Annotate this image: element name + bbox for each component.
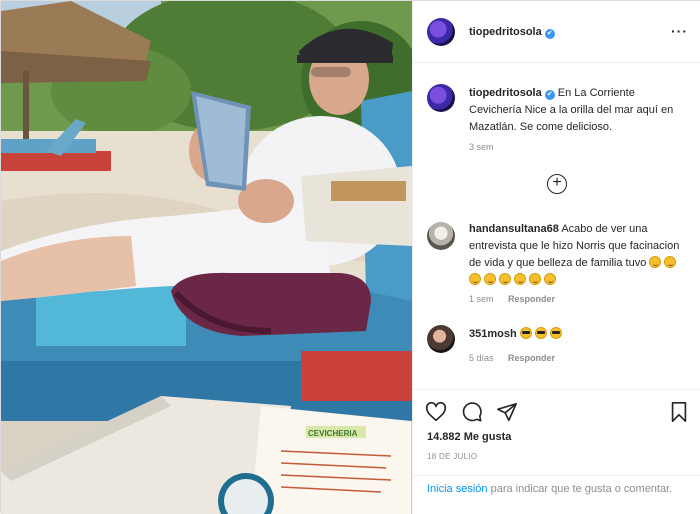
login-prompt-text: para indicar que te gusta o comentar. — [487, 483, 673, 495]
smile-emoji-icon — [544, 273, 556, 285]
caption-time[interactable]: 3 sem — [469, 142, 494, 152]
smile-emoji-icon — [529, 273, 541, 285]
instagram-post: CEVICHERIA tiopedritosola ✔ ··· tiopedrit… — [0, 0, 700, 514]
comment-emojis — [519, 327, 565, 340]
likes-count[interactable]: 14.882 Me gusta — [427, 431, 511, 443]
verified-badge-icon: ✔ — [544, 90, 555, 100]
comment-time[interactable]: 1 sem — [469, 294, 494, 304]
sunglasses-emoji-icon — [519, 327, 532, 339]
smile-emoji-icon — [484, 273, 496, 285]
login-link[interactable]: Inicia sesión — [427, 483, 488, 495]
sunglasses-emoji-icon — [549, 327, 562, 339]
caption-author-avatar[interactable] — [427, 84, 455, 112]
reply-button[interactable]: Responder — [508, 353, 555, 363]
bookmark-icon[interactable] — [668, 401, 690, 423]
caption-username[interactable]: tiopedritosola — [469, 87, 542, 99]
smile-emoji-icon — [664, 256, 677, 268]
post-photo[interactable]: CEVICHERIA — [1, 1, 412, 514]
comment-time[interactable]: 5 días — [469, 353, 494, 363]
comments-section: tiopedritosola ✔ En La Corriente Cevicher… — [413, 63, 700, 389]
post-header: tiopedritosola ✔ ··· — [413, 1, 700, 63]
heart-icon[interactable] — [425, 401, 447, 423]
comment-meta: 5 días Responder — [469, 353, 555, 363]
comment-meta: 1 sem Responder — [469, 294, 555, 304]
smile-emoji-icon — [499, 273, 511, 285]
more-options-icon[interactable]: ··· — [671, 23, 688, 39]
comment-avatar[interactable] — [427, 222, 455, 250]
smile-emoji-icon — [469, 273, 481, 285]
smile-emoji-icon — [514, 273, 526, 285]
comment: 351mosh — [469, 326, 691, 343]
post-sidebar: tiopedritosola ✔ ··· tiopedritosola ✔ En L… — [412, 1, 700, 514]
login-prompt: Inicia sesión para indicar que te gusta … — [413, 475, 700, 514]
post-caption: tiopedritosola ✔ En La Corriente Cevicher… — [469, 85, 689, 136]
comment-icon[interactable] — [461, 401, 483, 423]
reply-button[interactable]: Responder — [508, 294, 555, 304]
author-avatar[interactable] — [427, 18, 455, 46]
comment-username[interactable]: handansultana68 — [469, 223, 559, 235]
comment-avatar[interactable] — [427, 325, 455, 353]
beach-lounger-photo — [1, 1, 412, 514]
load-more-comments-icon[interactable]: + — [547, 174, 567, 194]
post-date[interactable]: 18 DE JULIO — [427, 452, 477, 461]
sunglasses-emoji-icon — [534, 327, 547, 339]
comment: handansultana68 Acabo de ver una entrevi… — [469, 221, 691, 289]
author-username[interactable]: tiopedritosola ✔ — [469, 26, 555, 39]
comment-username[interactable]: 351mosh — [469, 328, 517, 340]
post-actions: 14.882 Me gusta 18 DE JULIO — [413, 389, 700, 475]
verified-badge-icon: ✔ — [544, 29, 555, 39]
smile-emoji-icon — [649, 256, 662, 268]
share-icon[interactable] — [496, 401, 518, 423]
